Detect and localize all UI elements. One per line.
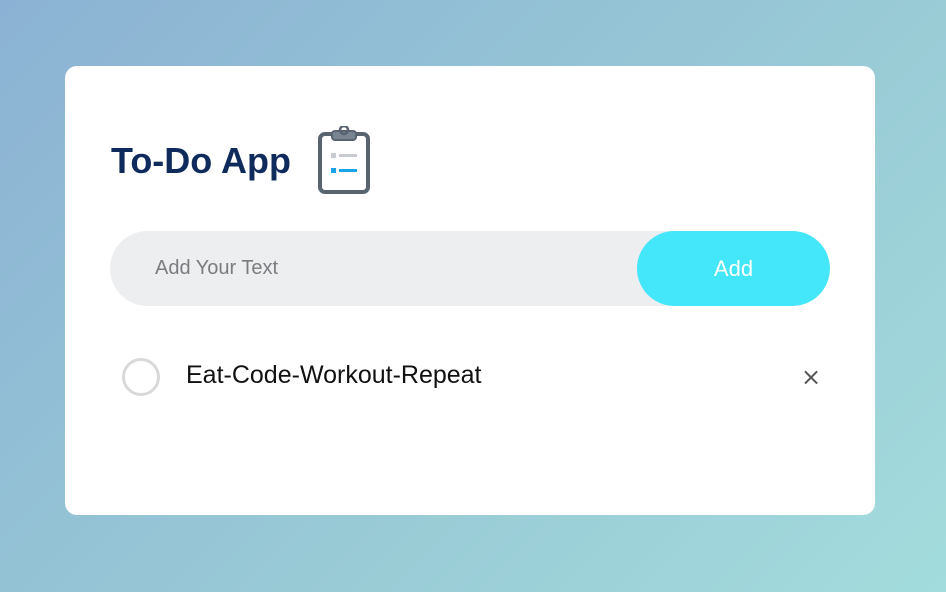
task-checkbox[interactable] [122,358,160,396]
task-item: Eat-Code-Workout-Repeat × [122,354,822,400]
task-text[interactable]: Eat-Code-Workout-Repeat [186,361,482,390]
todo-card: To-Do App Add Eat-Code-Workout-Repeat × [65,66,875,515]
clipboard-list-icon [317,126,370,194]
header: To-Do App [111,126,371,196]
add-task-row: Add [110,231,830,306]
task-list: Eat-Code-Workout-Repeat × [122,354,822,400]
add-button[interactable]: Add [637,231,830,306]
app-title: To-Do App [111,140,291,181]
close-icon[interactable]: × [800,365,822,389]
task-input[interactable] [110,231,637,306]
